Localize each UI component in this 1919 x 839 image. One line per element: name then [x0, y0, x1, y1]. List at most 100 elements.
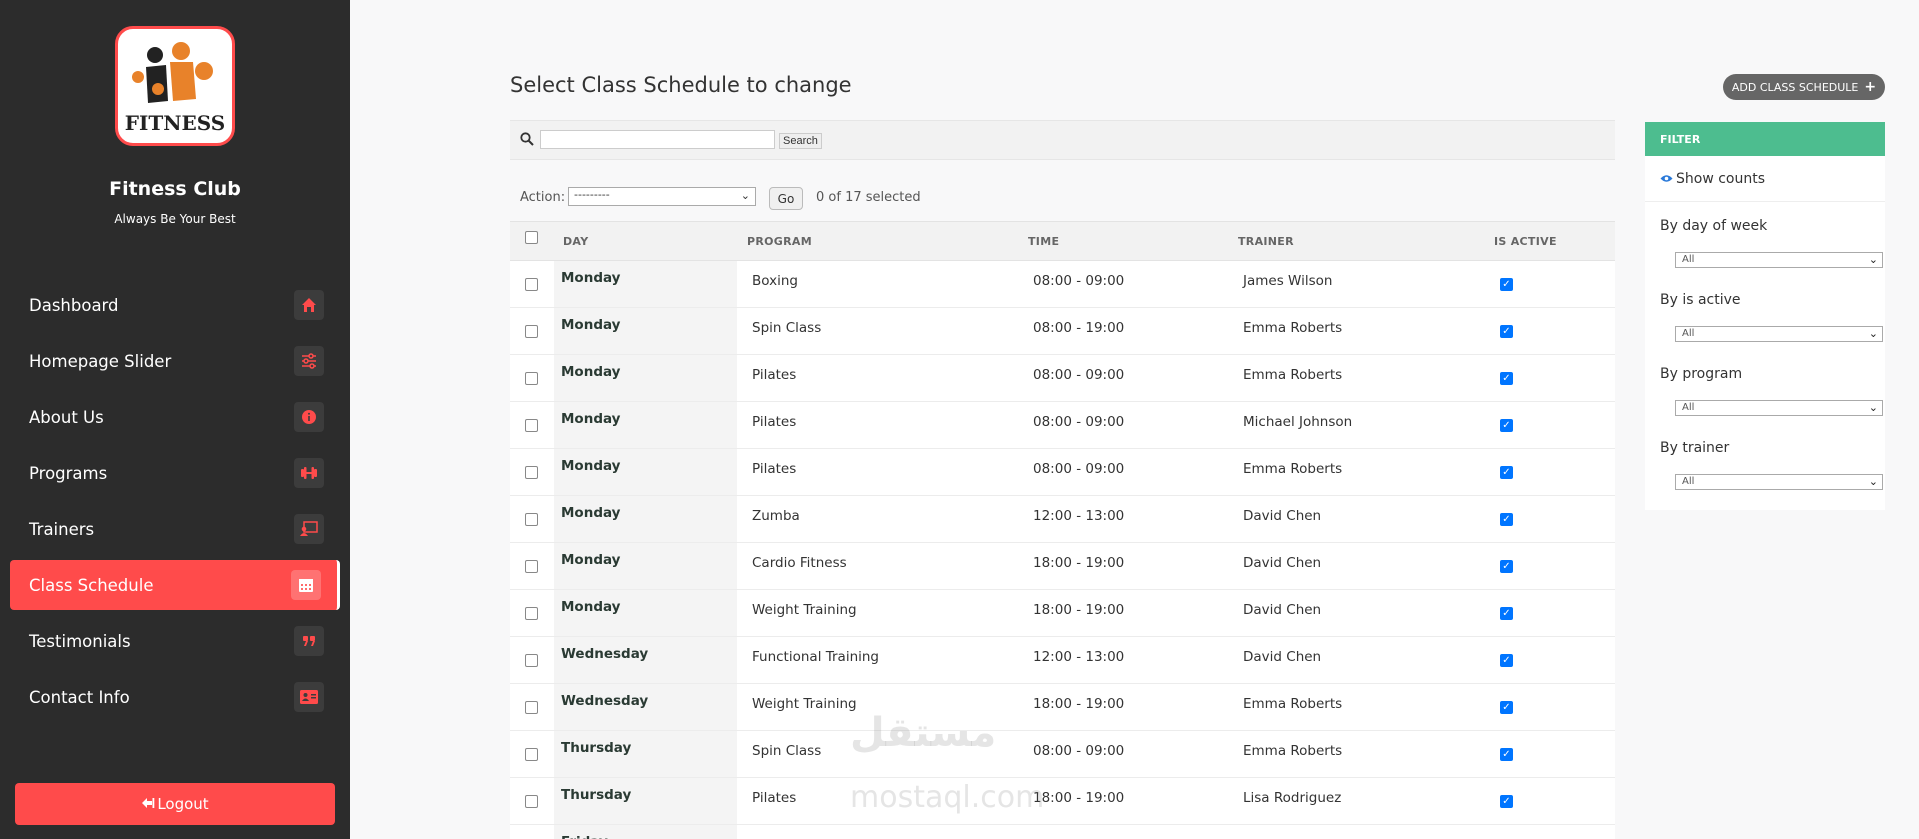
row-checkbox[interactable] [525, 513, 538, 526]
sidebar-item-about-us[interactable]: About Us [10, 392, 340, 442]
is-active-checkbox: ✓ [1500, 654, 1513, 667]
table-row: Wednesday Weight Training 18:00 - 19:00 Emm… [510, 684, 1615, 731]
sidebar-item-trainers[interactable]: Trainers [10, 504, 340, 554]
logout-button[interactable]: Logout [15, 783, 335, 825]
row-day-link[interactable]: Monday [561, 505, 620, 521]
is-active-checkbox: ✓ [1500, 466, 1513, 479]
filter-label: By is active [1660, 292, 1741, 308]
table-row: Monday Spin Class 08:00 - 19:00 Emma Robert… [510, 308, 1615, 355]
row-time: 08:00 - 09:00 [1033, 461, 1125, 477]
filter-trainer-select[interactable]: All ⌄ [1675, 474, 1883, 490]
sidebar-item-label: Contact Info [29, 687, 130, 707]
column-header-time[interactable]: TIME [1028, 235, 1059, 248]
row-program: Zumba [752, 508, 800, 524]
filter-panel: FILTER Show counts By day of week All ⌄ B… [1645, 122, 1885, 510]
table-row: Friday [510, 825, 1615, 839]
logout-label: Logout [157, 795, 209, 813]
row-checkbox[interactable] [525, 419, 538, 432]
row-checkbox[interactable] [525, 278, 538, 291]
show-counts-label: Show counts [1676, 170, 1766, 187]
row-time: 18:00 - 19:00 [1033, 602, 1125, 618]
plus-icon: + [1864, 79, 1877, 95]
eye-icon [1660, 172, 1673, 186]
row-checkbox[interactable] [525, 372, 538, 385]
row-trainer: David Chen [1243, 602, 1322, 618]
row-day-link[interactable]: Monday [561, 599, 620, 615]
row-day-link[interactable]: Monday [561, 270, 620, 286]
show-counts-link[interactable]: Show counts [1645, 156, 1885, 202]
row-checkbox[interactable] [525, 560, 538, 573]
search-icon [520, 132, 534, 146]
row-checkbox[interactable] [525, 795, 538, 808]
row-checkbox[interactable] [525, 607, 538, 620]
row-checkbox[interactable] [525, 325, 538, 338]
row-day-link[interactable]: Thursday [561, 787, 631, 803]
filter-select-value: All [1682, 328, 1695, 339]
column-header-program[interactable]: PROGRAM [747, 235, 812, 248]
row-day-link[interactable]: Monday [561, 317, 620, 333]
selected-count: 0 of 17 selected [816, 190, 921, 205]
select-all-checkbox[interactable] [525, 231, 538, 244]
column-header-day[interactable]: DAY [563, 235, 588, 248]
table-row: Thursday Spin Class 08:00 - 09:00 Emma Robe… [510, 731, 1615, 778]
row-trainer: Emma Roberts [1243, 367, 1343, 383]
sidebar-item-programs[interactable]: Programs [10, 448, 340, 498]
row-day-link[interactable]: Monday [561, 411, 620, 427]
table-row: Monday Pilates 08:00 - 09:00 Michael Johnso… [510, 402, 1615, 449]
filter-day-of-week-select[interactable]: All ⌄ [1675, 252, 1883, 268]
row-day-link[interactable]: Wednesday [561, 693, 648, 709]
is-active-checkbox: ✓ [1500, 701, 1513, 714]
row-time: 08:00 - 09:00 [1033, 743, 1125, 759]
table-row: Wednesday Functional Training 12:00 - 13:0… [510, 637, 1615, 684]
chevron-down-icon: ⌄ [1868, 475, 1878, 488]
row-day-link[interactable]: Monday [561, 552, 620, 568]
row-time: 18:00 - 19:00 [1033, 555, 1125, 571]
logo-text: FITNESS [124, 111, 226, 135]
row-day-link[interactable]: Thursday [561, 740, 631, 756]
add-class-schedule-button[interactable]: ADD CLASS SCHEDULE + [1723, 74, 1885, 100]
row-program: Pilates [752, 790, 797, 806]
row-checkbox[interactable] [525, 654, 538, 667]
action-select[interactable]: --------- ⌄ [568, 187, 756, 206]
table-row: Monday Pilates 08:00 - 09:00 Emma Roberts ✓ [510, 355, 1615, 402]
row-program: Boxing [752, 273, 798, 289]
search-bar: Search [510, 120, 1615, 160]
table-row: Monday Cardio Fitness 18:00 - 19:00 David C… [510, 543, 1615, 590]
sidebar-item-contact-info[interactable]: Contact Info [10, 672, 340, 722]
table-row: Monday Zumba 12:00 - 13:00 David Chen ✓ [510, 496, 1615, 543]
sidebar-item-homepage-slider[interactable]: Homepage Slider [10, 336, 340, 386]
go-button[interactable]: Go [769, 187, 803, 210]
fitness-logo[interactable]: FITNESS [115, 26, 235, 146]
row-time: 12:00 - 13:00 [1033, 508, 1125, 524]
quote-icon [294, 626, 324, 656]
row-program: Weight Training [752, 602, 857, 618]
sidebar-item-dashboard[interactable]: Dashboard [10, 280, 340, 330]
sidebar: FITNESS Fitness Club Always Be Your Best… [0, 0, 350, 839]
filter-program-select[interactable]: All ⌄ [1675, 400, 1883, 416]
filter-select-value: All [1682, 402, 1695, 413]
row-time: 08:00 - 09:00 [1033, 414, 1125, 430]
table-header: DAY PROGRAM TIME TRAINER IS ACTIVE [510, 221, 1615, 261]
watermark-latin: mostaql.com [850, 780, 1045, 815]
sidebar-item-label: Class Schedule [29, 575, 154, 595]
filter-day-of-week: By day of week All ⌄ [1645, 202, 1885, 276]
row-day-link[interactable]: Monday [561, 458, 620, 474]
row-day-link[interactable]: Friday [561, 834, 608, 839]
row-day-link[interactable]: Wednesday [561, 646, 648, 662]
sidebar-item-label: Programs [29, 463, 108, 483]
row-checkbox[interactable] [525, 466, 538, 479]
watermark-arabic: مستقل [850, 710, 997, 756]
is-active-checkbox: ✓ [1500, 560, 1513, 573]
row-checkbox[interactable] [525, 701, 538, 714]
column-header-is-active[interactable]: IS ACTIVE [1494, 235, 1557, 248]
sidebar-item-testimonials[interactable]: Testimonials [10, 616, 340, 666]
row-time: 18:00 - 19:00 [1033, 696, 1125, 712]
search-input[interactable] [540, 130, 775, 149]
filter-is-active-select[interactable]: All ⌄ [1675, 326, 1883, 342]
column-header-trainer[interactable]: TRAINER [1238, 235, 1294, 248]
row-checkbox[interactable] [525, 748, 538, 761]
search-button[interactable]: Search [779, 133, 822, 149]
sidebar-item-class-schedule[interactable]: Class Schedule [10, 560, 340, 610]
row-day-link[interactable]: Monday [561, 364, 620, 380]
add-button-label: ADD CLASS SCHEDULE [1731, 80, 1859, 94]
